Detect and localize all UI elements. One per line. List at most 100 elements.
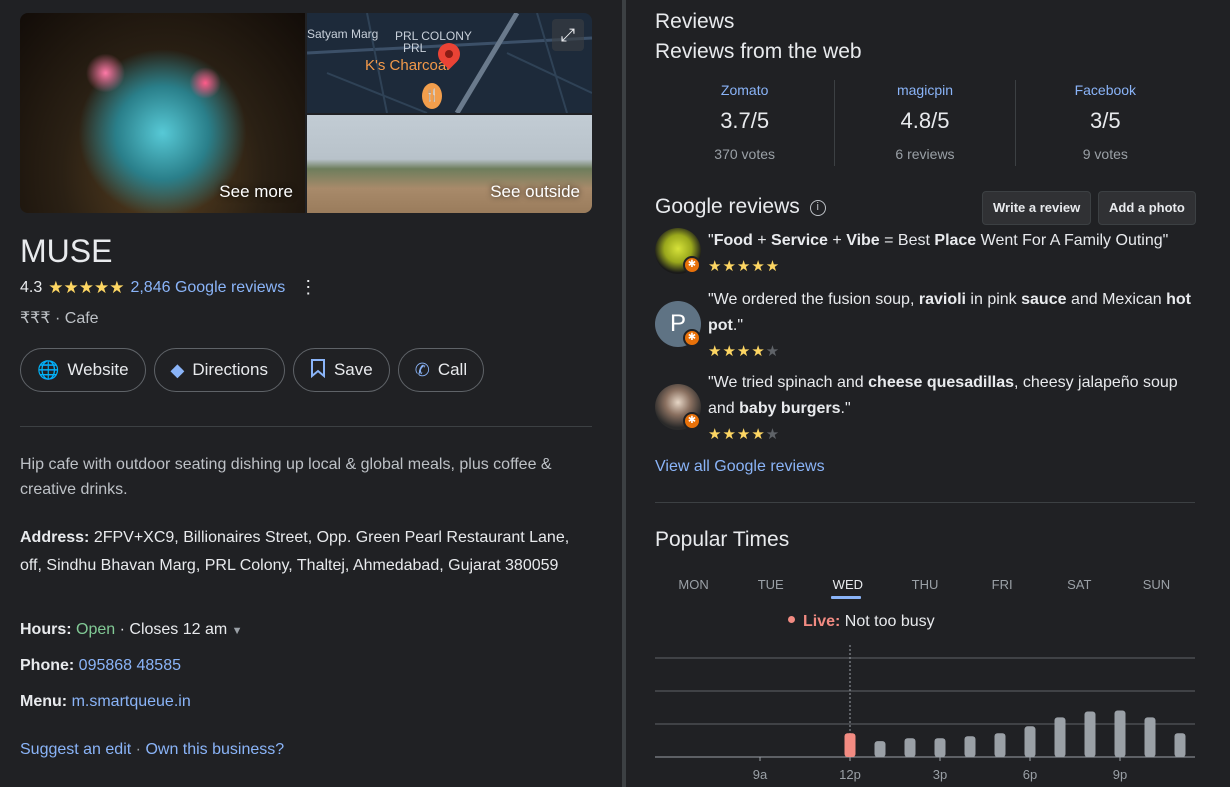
chevron-down-icon[interactable]: ▼: [232, 625, 243, 637]
see-more-label[interactable]: See more: [219, 182, 293, 202]
live-status-text: Not too busy: [844, 613, 935, 630]
web-votes: 6 reviews: [895, 146, 955, 162]
x-tick-label: 6p: [1023, 767, 1037, 782]
tab-sat[interactable]: SAT: [1041, 577, 1118, 592]
suggest-edit-link[interactable]: Suggest an edit: [20, 741, 131, 758]
web-source[interactable]: Zomato: [655, 82, 834, 98]
review-text-block: "We ordered the fusion soup, ravioli in …: [708, 287, 1198, 365]
x-tick-label: 12p: [839, 767, 861, 782]
popular-times-bar[interactable]: [934, 738, 946, 757]
more-options-icon[interactable]: ⋮: [299, 277, 317, 298]
popular-times-bar[interactable]: [1024, 726, 1036, 757]
web-source[interactable]: Facebook: [1016, 82, 1195, 98]
tab-sun[interactable]: SUN: [1118, 577, 1195, 592]
local-guide-badge-icon: ✱: [683, 329, 701, 347]
tab-wed[interactable]: WED: [809, 577, 886, 592]
action-buttons: 🌐 Website ◆ Directions Save ✆ Call: [20, 348, 485, 392]
reviews-link[interactable]: 2,846 Google reviews: [130, 279, 285, 297]
map-place-label: K's Charcoal: [365, 57, 450, 74]
website-button[interactable]: 🌐 Website: [20, 348, 146, 392]
web-reviews-heading: Reviews from the web: [655, 40, 862, 63]
google-reviews-heading: Google reviews i: [655, 195, 826, 219]
phone-label: Phone:: [20, 657, 75, 674]
tab-tue[interactable]: TUE: [732, 577, 809, 592]
description: Hip cafe with outdoor seating dishing up…: [20, 456, 552, 498]
directions-button[interactable]: ◆ Directions: [153, 348, 285, 392]
web-reviews: Zomato 3.7/5 370 votes magicpin 4.8/5 6 …: [655, 80, 1195, 166]
map-area-label-2: PRL: [403, 41, 427, 55]
review-text: "Food + Service + Vibe = Best Place Went…: [708, 232, 1169, 249]
popular-times-bar[interactable]: [904, 738, 916, 757]
hours-row: Hours: Open · Closes 12 am ▼: [20, 616, 592, 645]
reviews-panel: Reviews Reviews from the web Zomato 3.7/…: [655, 0, 1200, 787]
web-review-facebook[interactable]: Facebook 3/5 9 votes: [1016, 80, 1195, 166]
popular-times-bar[interactable]: [1114, 710, 1126, 757]
local-guide-badge-icon: ✱: [683, 412, 701, 430]
divider: [655, 502, 1195, 503]
website-label: Website: [67, 360, 129, 379]
popular-times-bar[interactable]: [844, 733, 856, 757]
own-business-link[interactable]: Own this business?: [145, 741, 284, 758]
web-source[interactable]: magicpin: [835, 82, 1014, 98]
bookmark-icon: [310, 358, 326, 383]
write-review-button[interactable]: Write a review: [982, 191, 1092, 225]
tab-thu[interactable]: THU: [886, 577, 963, 592]
see-outside-label[interactable]: See outside: [490, 182, 580, 202]
web-score: 4.8/5: [900, 108, 950, 133]
review-stars-icon: ★★★★★: [708, 343, 781, 360]
popular-times-bar[interactable]: [1084, 711, 1096, 757]
review-stars-icon: ★★★★★: [708, 426, 781, 443]
local-guide-badge-icon: ✱: [683, 256, 701, 274]
live-status: Live: Not too busy: [788, 613, 935, 631]
photo-outside[interactable]: See outside: [307, 115, 592, 213]
rating-value: 4.3: [20, 278, 43, 296]
review-text-block: "We tried spinach and cheese quesadillas…: [708, 370, 1198, 448]
day-tabs: MON TUE WED THU FRI SAT SUN: [655, 577, 1195, 592]
map-thumbnail[interactable]: Satyam Marg PRL COLONY PRL K's Charcoal …: [307, 13, 592, 113]
directions-label: Directions: [192, 360, 268, 379]
expand-icon[interactable]: ⤢: [552, 19, 584, 51]
phone-link[interactable]: 095868 48585: [79, 657, 181, 674]
info-icon[interactable]: i: [809, 200, 826, 216]
popular-times-chart: 9a 12p 3p 6p 9p: [655, 645, 1195, 782]
call-button[interactable]: ✆ Call: [397, 348, 485, 392]
web-review-zomato[interactable]: Zomato 3.7/5 370 votes: [655, 80, 836, 166]
view-all-reviews-link[interactable]: View all Google reviews: [655, 458, 825, 476]
map-road-label: Satyam Marg: [307, 27, 379, 41]
call-label: Call: [437, 360, 468, 379]
hours-close[interactable]: · Closes 12 am: [120, 621, 228, 638]
popular-times-bar[interactable]: [994, 733, 1006, 757]
active-tab-indicator: [831, 596, 861, 599]
address-label: Address:: [20, 529, 90, 546]
directions-icon: ◆: [170, 359, 185, 380]
rating-stars-icon: ★★★★★: [48, 277, 125, 297]
popular-times-bar[interactable]: [874, 741, 886, 757]
tab-mon[interactable]: MON: [655, 577, 732, 592]
live-dot-icon: [788, 616, 795, 623]
x-tick-label: 9p: [1113, 767, 1127, 782]
popular-times-bar[interactable]: [1054, 717, 1066, 757]
address-value: 2FPV+XC9, Billionaires Street, Opp. Gree…: [20, 529, 570, 574]
menu-row: Menu: m.smartqueue.in: [20, 688, 592, 716]
address-row: Address: 2FPV+XC9, Billionaires Street, …: [20, 524, 592, 580]
popular-times-bar[interactable]: [1144, 717, 1156, 757]
web-votes: 370 votes: [714, 146, 776, 162]
tab-fri[interactable]: FRI: [964, 577, 1041, 592]
web-review-magicpin[interactable]: magicpin 4.8/5 6 reviews: [835, 80, 1016, 166]
hours-status: Open: [76, 621, 116, 638]
add-photo-button[interactable]: Add a photo: [1098, 191, 1196, 225]
popular-times-bar[interactable]: [964, 736, 976, 757]
footer-links: Suggest an edit · Own this business?: [20, 741, 284, 759]
popular-times-bar[interactable]: [1174, 733, 1186, 757]
menu-link[interactable]: m.smartqueue.in: [72, 693, 191, 710]
globe-icon: 🌐: [37, 359, 60, 380]
web-score: 3/5: [1090, 108, 1121, 133]
price-category: ₹₹₹ · Cafe: [20, 310, 99, 327]
review-text: "We tried spinach and cheese quesadillas…: [708, 374, 1178, 417]
photo-interior[interactable]: See more: [20, 13, 305, 213]
place-title: MUSE: [20, 233, 113, 269]
review-stars-icon: ★★★★★: [708, 258, 781, 275]
popular-times-heading: Popular Times: [655, 528, 790, 551]
save-button[interactable]: Save: [292, 348, 390, 392]
footer-separator: ·: [135, 741, 141, 758]
